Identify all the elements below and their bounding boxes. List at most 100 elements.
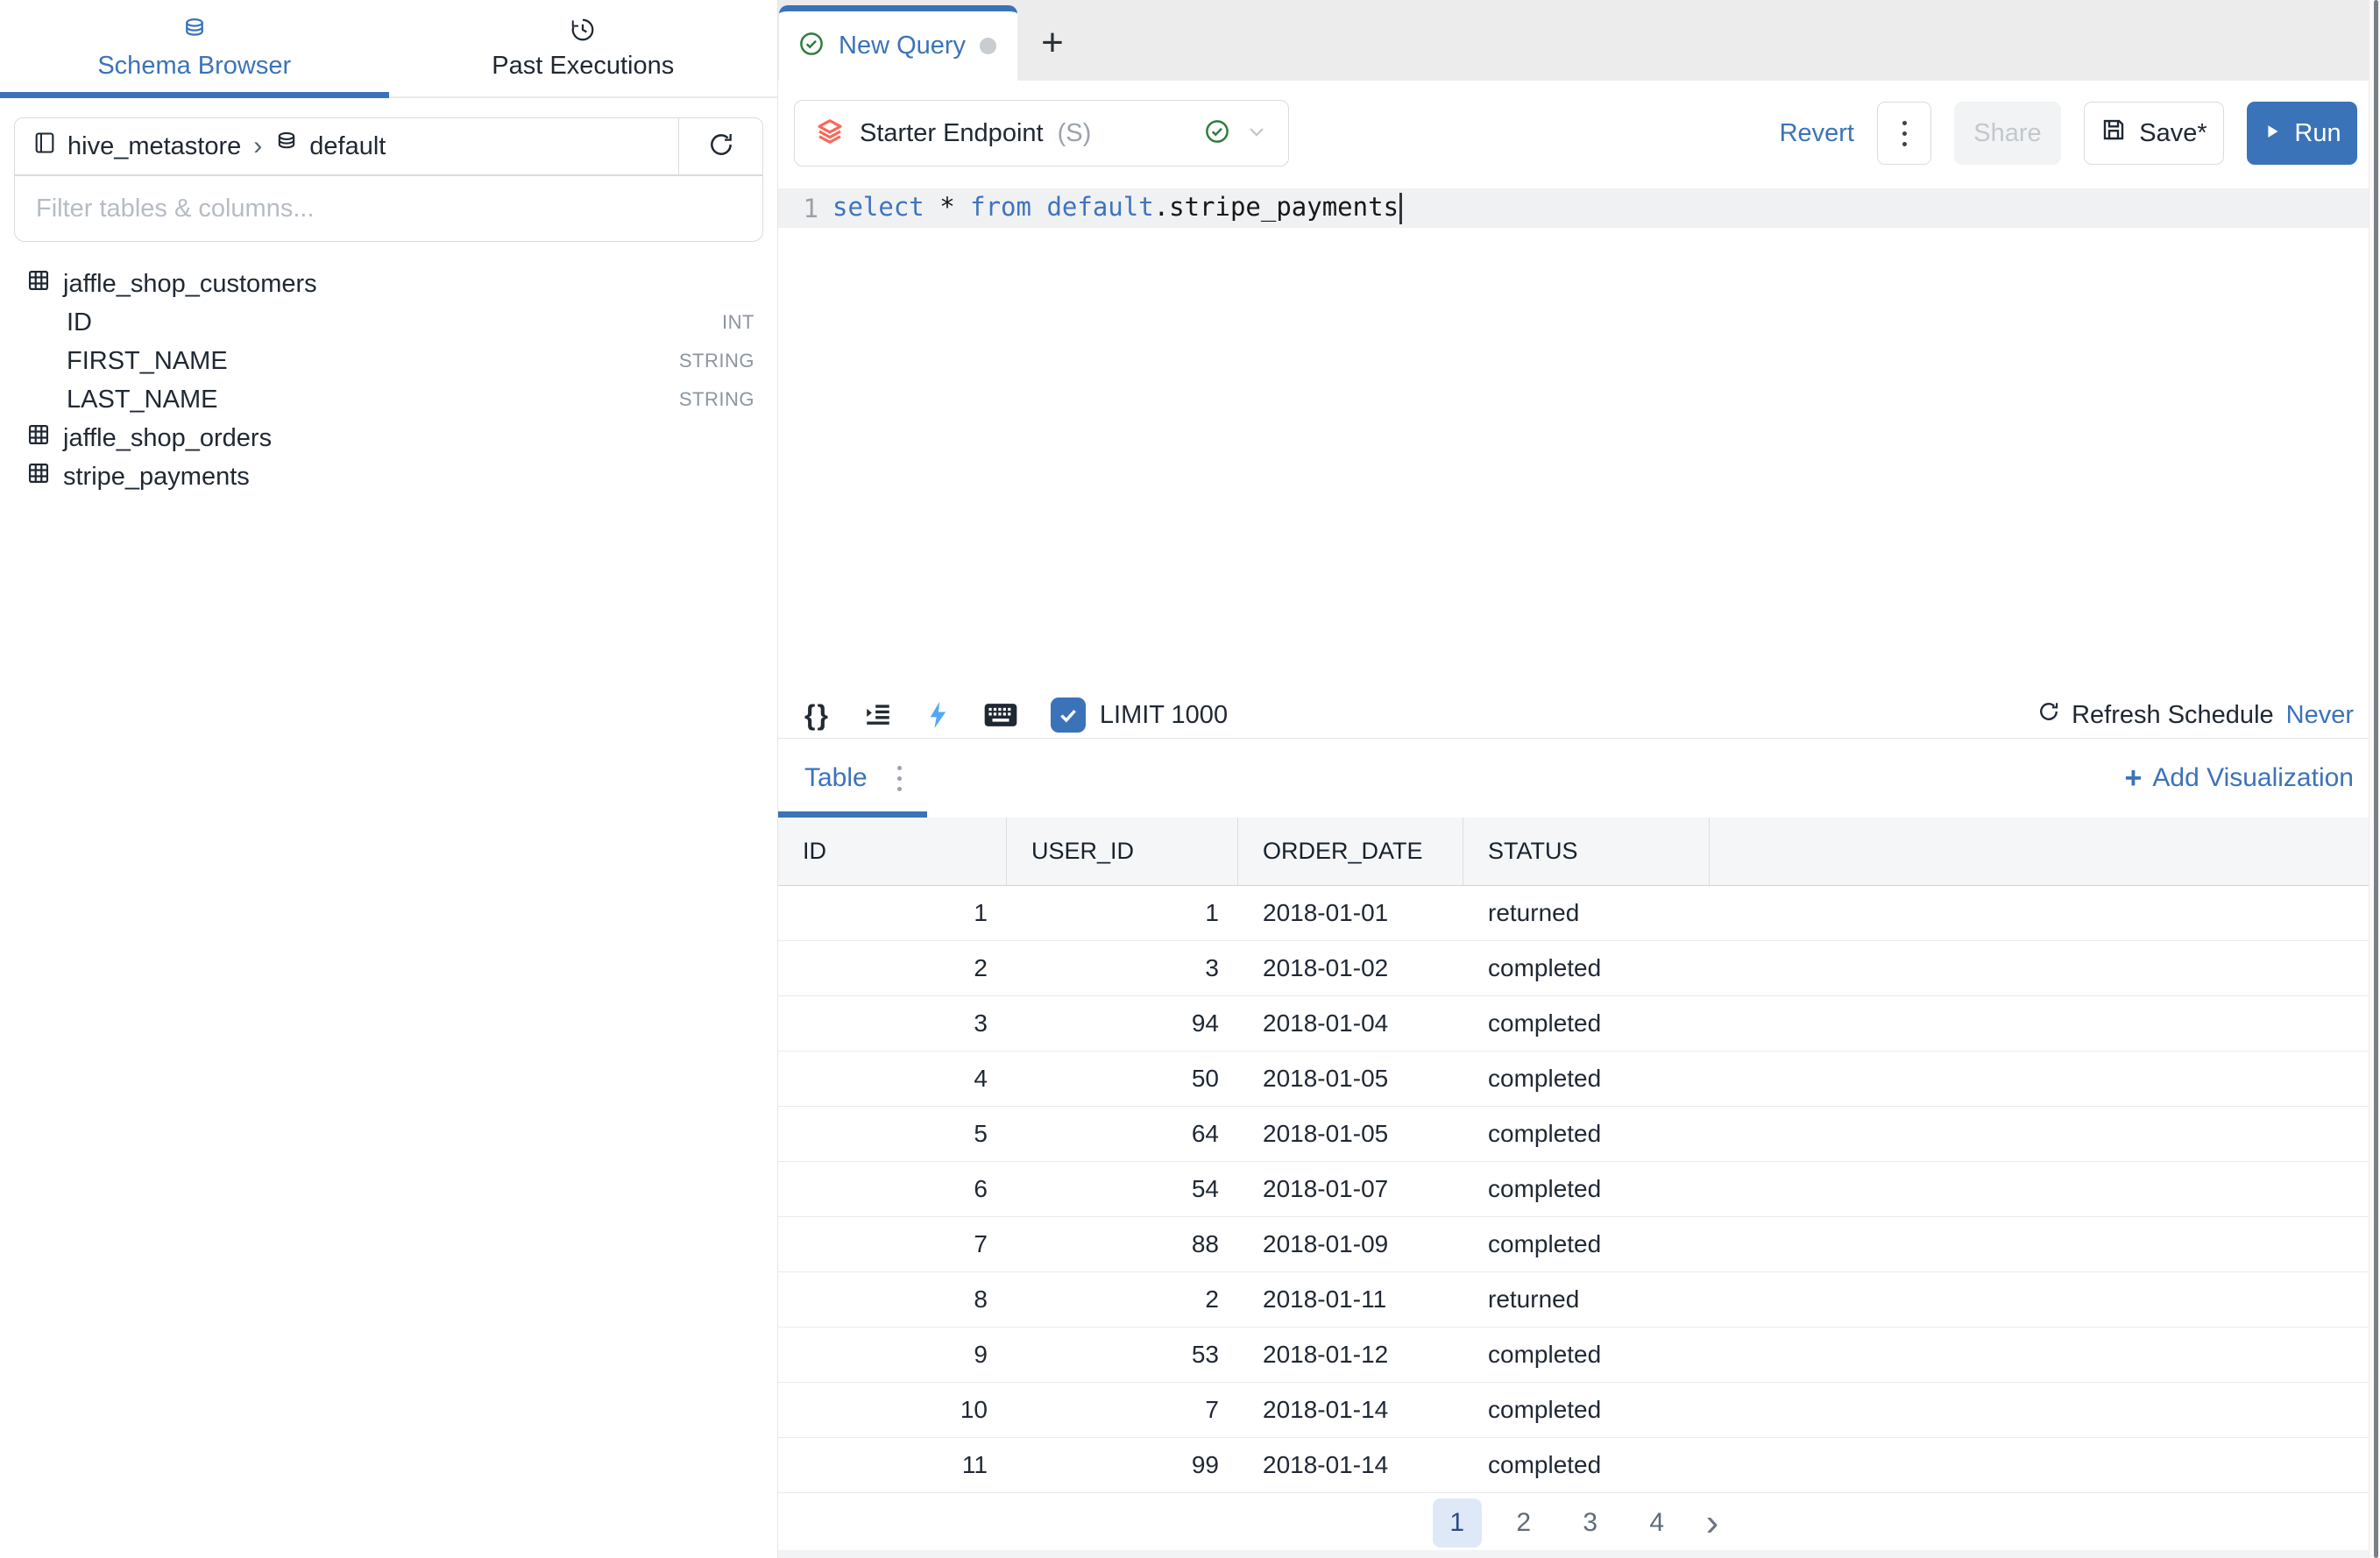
table-item-jaffle-shop-customers[interactable]: jaffle_shop_customers — [0, 265, 777, 303]
query-main-panel: New Query + Starter Endpoint (S) — [778, 0, 2380, 1558]
breadcrumb-catalog[interactable]: hive_metastore — [67, 132, 241, 161]
table-row[interactable]: 107 2018-01-14completed — [778, 1383, 2380, 1438]
query-toolbar: Starter Endpoint (S) Revert — [778, 81, 2380, 186]
revert-button[interactable]: Revert — [1780, 119, 1854, 148]
table-row[interactable]: 82 2018-01-11returned — [778, 1272, 2380, 1328]
sql-editor[interactable]: 1 select * from default.stripe_payments — [778, 186, 2380, 692]
sidebar-tab-label: Schema Browser — [97, 52, 291, 81]
query-tabstrip: New Query + — [778, 0, 2380, 81]
pagination: 1 2 3 4 › — [778, 1495, 2380, 1550]
page-button-3[interactable]: 3 — [1566, 1498, 1615, 1547]
lightning-icon[interactable] — [926, 700, 951, 730]
column-type: STRING — [679, 388, 754, 411]
breadcrumb[interactable]: hive_metastore › default — [15, 118, 678, 174]
limit-checkbox[interactable] — [1051, 698, 1086, 733]
endpoint-size: (S) — [1058, 119, 1092, 148]
table-name: jaffle_shop_customers — [63, 270, 317, 299]
table-row[interactable]: 953 2018-01-12completed — [778, 1328, 2380, 1383]
add-query-tab-button[interactable]: + — [1017, 5, 1087, 81]
table-row[interactable]: 564 2018-01-05completed — [778, 1107, 2380, 1162]
editor-footer-toolbar: {} — [778, 692, 2380, 739]
save-button[interactable]: Save* — [2084, 102, 2224, 165]
column-item[interactable]: FIRST_NAME STRING — [0, 342, 777, 380]
table-row[interactable]: 11 2018-01-01returned — [778, 886, 2380, 941]
schema-breadcrumb-box: hive_metastore › default — [14, 117, 763, 175]
refresh-schedule-label: Refresh Schedule — [2072, 701, 2274, 730]
column-type: STRING — [679, 350, 754, 372]
refresh-schedule: Refresh Schedule Never — [2036, 699, 2354, 731]
table-name: jaffle_shop_orders — [63, 424, 272, 453]
page-button-1[interactable]: 1 — [1433, 1498, 1482, 1547]
page-button-2[interactable]: 2 — [1499, 1498, 1548, 1547]
tab-new-query[interactable]: New Query — [779, 5, 1017, 81]
table-item-jaffle-shop-orders[interactable]: jaffle_shop_orders — [0, 419, 777, 457]
tab-past-executions[interactable]: Past Executions — [389, 0, 778, 96]
column-header-id[interactable]: ID — [778, 818, 1007, 885]
text-cursor — [1399, 193, 1402, 224]
endpoint-selector[interactable]: Starter Endpoint (S) — [794, 100, 1289, 166]
scrollbar-thumb[interactable] — [2374, 0, 2378, 1558]
sidebar-tab-label: Past Executions — [492, 52, 674, 81]
table-row[interactable]: 788 2018-01-09completed — [778, 1217, 2380, 1272]
column-header-order-date[interactable]: ORDER_DATE — [1238, 818, 1463, 885]
app-window: Schema Browser Past Executions hive_met — [0, 0, 2380, 1558]
results-tab-table[interactable]: Table — [804, 739, 902, 818]
filter-tables-input[interactable] — [15, 176, 762, 241]
schema-filter — [14, 175, 763, 242]
next-page-button[interactable]: › — [1699, 1504, 1726, 1542]
results-tab-label[interactable]: Table — [804, 763, 868, 793]
column-item[interactable]: ID INT — [0, 303, 777, 342]
column-name: ID — [67, 308, 92, 337]
refresh-icon — [707, 131, 735, 163]
limit-1000-toggle[interactable]: LIMIT 1000 — [1051, 698, 1228, 733]
endpoint-name: Starter Endpoint — [860, 119, 1044, 148]
refresh-schema-button[interactable] — [678, 118, 762, 174]
sql-code-line[interactable]: select * from default.stripe_payments — [832, 192, 1402, 224]
run-button-label: Run — [2294, 119, 2341, 148]
table-name: stripe_payments — [63, 463, 250, 492]
breadcrumb-separator: › — [251, 131, 264, 161]
results-table: ID USER_ID ORDER_DATE STATUS 11 2018-01-… — [778, 818, 2380, 1493]
column-item[interactable]: LAST_NAME STRING — [0, 380, 777, 419]
add-visualization-button[interactable]: + Add Visualization — [2125, 761, 2354, 796]
keyboard-shortcuts-icon[interactable] — [984, 702, 1017, 728]
refresh-schedule-label-group: Refresh Schedule — [2036, 699, 2274, 731]
endpoint-status-check-icon — [1204, 118, 1230, 149]
run-button[interactable]: Run — [2247, 102, 2357, 165]
limit-label: LIMIT 1000 — [1100, 701, 1228, 730]
kebab-icon — [1902, 121, 1907, 146]
table-item-stripe-payments[interactable]: stripe_payments — [0, 457, 777, 496]
table-tab-kebab-icon[interactable] — [897, 766, 902, 791]
save-floppy-icon — [2100, 117, 2127, 150]
table-row[interactable]: 450 2018-01-05completed — [778, 1052, 2380, 1107]
more-actions-button[interactable] — [1877, 102, 1931, 165]
table-row[interactable]: 23 2018-01-02completed — [778, 941, 2380, 996]
query-tab-label: New Query — [839, 32, 966, 60]
history-clock-icon — [570, 17, 596, 43]
horizontal-scrollbar-track[interactable] — [778, 1550, 2380, 1558]
results-header-bar: Table + Add Visualization — [778, 739, 2380, 818]
line-number: 1 — [778, 194, 832, 223]
table-row[interactable]: 1199 2018-01-14completed — [778, 1438, 2380, 1493]
column-header-empty — [1710, 818, 2380, 885]
add-visualization-label: Add Visualization — [2152, 763, 2354, 793]
schema-sidebar: Schema Browser Past Executions hive_met — [0, 0, 778, 1558]
breadcrumb-schema[interactable]: default — [309, 132, 386, 161]
database-icon — [181, 17, 208, 43]
tab-schema-browser[interactable]: Schema Browser — [0, 0, 389, 96]
refresh-schedule-value[interactable]: Never — [2286, 701, 2354, 730]
column-header-user-id[interactable]: USER_ID — [1007, 818, 1238, 885]
play-icon — [2263, 119, 2282, 148]
indent-icon[interactable] — [863, 700, 893, 730]
vertical-scrollbar[interactable] — [2369, 0, 2380, 1558]
table-row[interactable]: 394 2018-01-04completed — [778, 996, 2380, 1052]
share-button[interactable]: Share — [1954, 102, 2061, 165]
page-button-4[interactable]: 4 — [1633, 1498, 1682, 1547]
table-grid-icon — [26, 461, 51, 492]
format-query-icon[interactable]: {} — [804, 699, 830, 732]
database-icon — [274, 131, 299, 162]
table-row[interactable]: 654 2018-01-07completed — [778, 1162, 2380, 1217]
column-name: LAST_NAME — [67, 386, 217, 414]
column-header-status[interactable]: STATUS — [1463, 818, 1710, 885]
query-ok-check-icon — [798, 31, 825, 61]
